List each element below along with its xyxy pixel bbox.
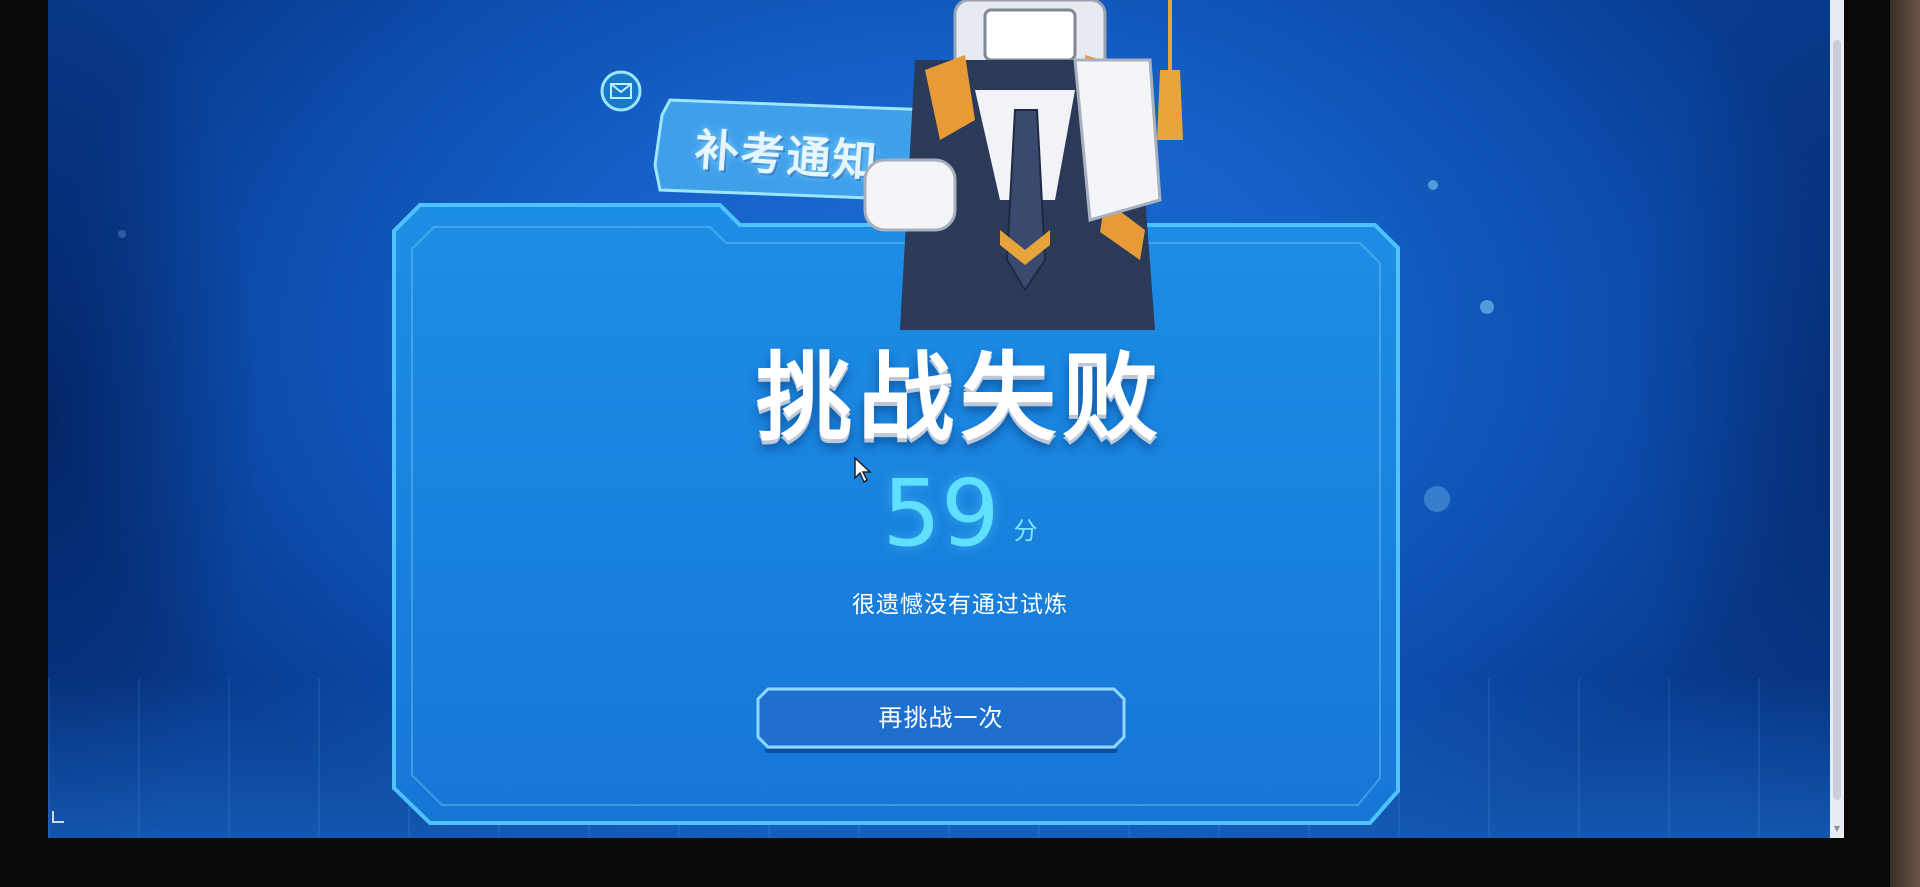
score-value: 59 [882,460,1000,567]
score-display: 59 分 [0,460,1920,567]
glow-particle [1480,300,1494,314]
mouse-cursor-icon [854,456,872,484]
score-unit: 分 [1013,517,1038,545]
glow-particle [118,230,126,238]
graduate-mascot-illustration [863,0,1183,330]
result-title: 挑战失败 [756,342,1164,454]
glow-particle [1428,180,1438,190]
scroll-down-arrow-icon[interactable]: ▼ [1832,824,1842,834]
window-corner-mark [52,811,64,823]
retry-button[interactable]: 再挑战一次 [756,687,1126,755]
mail-icon [600,70,642,112]
retry-button-label[interactable]: 再挑战一次 [756,687,1126,749]
result-message: 很遗憾没有通过试炼 [852,592,1068,618]
